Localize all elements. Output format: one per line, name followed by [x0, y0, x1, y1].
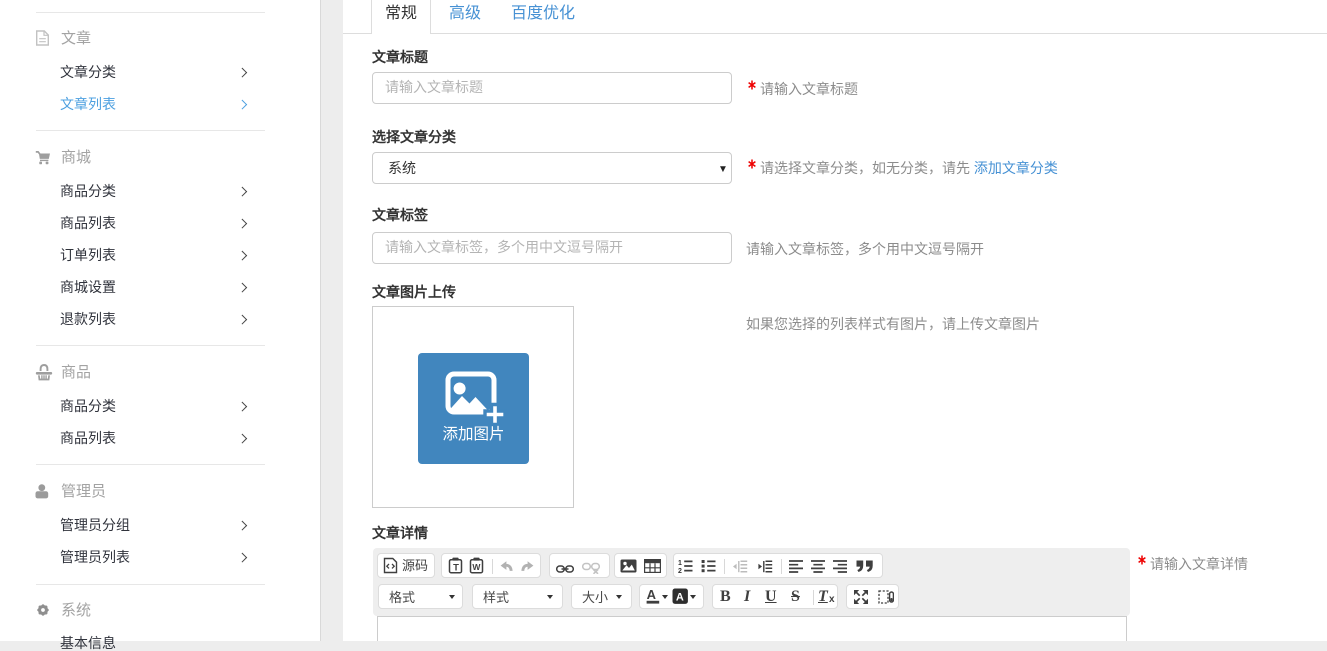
svg-text:A: A [647, 588, 657, 602]
svg-text:T: T [453, 563, 459, 574]
svg-text:1: 1 [678, 560, 682, 567]
svg-text:A: A [676, 591, 684, 603]
svg-text:W: W [472, 562, 481, 572]
svg-text:2: 2 [678, 568, 682, 573]
